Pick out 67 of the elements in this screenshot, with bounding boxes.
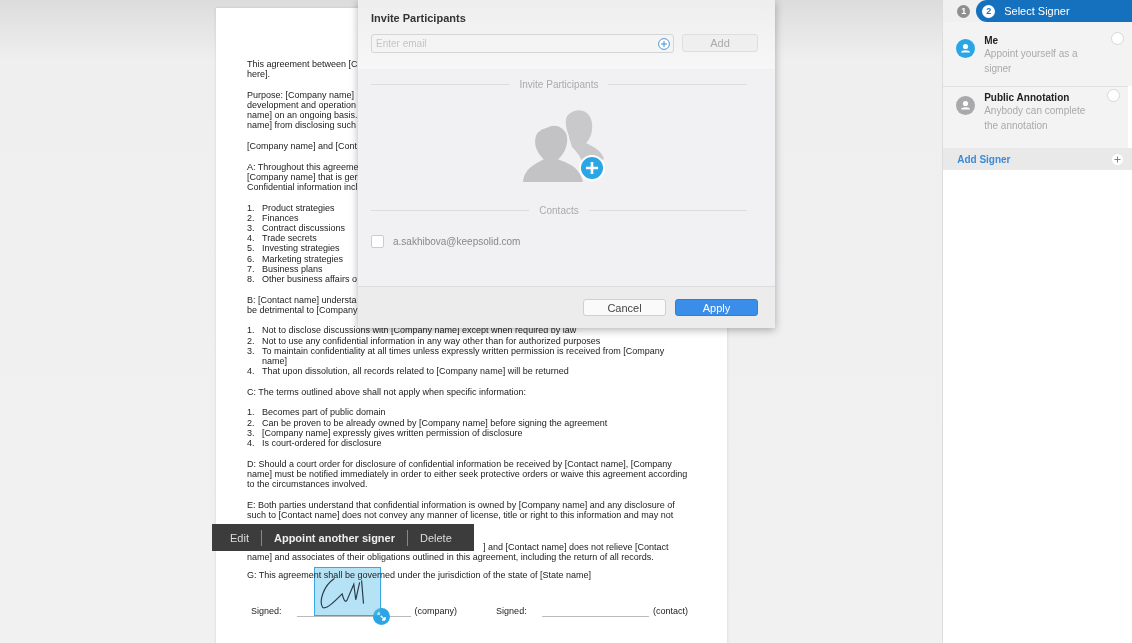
list-number: 1. — [247, 325, 256, 336]
list-number: 1. — [247, 407, 256, 418]
list-item-text: That upon dissolution, all records related to [Company name] will be returned — [262, 366, 569, 377]
list-number: 6. — [247, 253, 256, 264]
list-number: 1. — [247, 202, 256, 213]
list-number: 2. — [247, 417, 256, 428]
list-number: 3. — [247, 223, 256, 234]
list-item-text: Investing strategies — [262, 243, 340, 254]
signer-role-label: (company) — [414, 606, 458, 617]
signed-label: Signed: — [251, 606, 282, 617]
document-paragraph: B: [Contact name] understa be detrimental to [Company — [247, 294, 358, 315]
list-number: 4. — [247, 366, 256, 377]
section-title: Invite Participants — [519, 79, 599, 90]
list-item-text: Not to use any confidential information in any way other than for authorized purposes — [262, 335, 601, 346]
document-paragraph: D: Should a court order for disclosure of confidential information be received by [Contact name], [Company name] must be notified immediately in order to either seek protective orders or waive this agreement according to the circumstances involved. — [247, 458, 688, 490]
signer-description: Anybody can complete the annotation — [984, 104, 1087, 133]
signer-radio[interactable] — [1107, 89, 1120, 102]
document-paragraph: This agreement between [C here]. — [247, 59, 358, 80]
list-number: 4. — [247, 233, 256, 244]
list-number: 7. — [247, 263, 256, 274]
list-item-text: Marketing strategies — [262, 253, 344, 264]
dialog-title: Invite Participants — [371, 12, 467, 24]
signer-radio[interactable] — [1111, 32, 1124, 45]
toolbar-button[interactable]: Delete — [407, 531, 464, 544]
step-label: Select Signer — [1004, 5, 1070, 17]
step-number: 2 — [982, 4, 996, 18]
list-item-text: Product strategies — [262, 202, 335, 213]
list-item-text: Is court-ordered for disclosure — [262, 438, 382, 449]
toolbar-button[interactable]: Appoint another signer — [261, 531, 407, 544]
list-item-text: To maintain confidentiality at all times unless expressly written permission is received from [Company name] — [262, 345, 665, 367]
list-item-text: Finances — [262, 212, 299, 223]
signer-name[interactable]: Public Annotation — [984, 92, 1098, 103]
contact-email: a.sakhibova@keepsolid.com — [393, 236, 521, 247]
list-item-text: Other business affairs o — [262, 274, 357, 285]
list-item-text: Can be proven to be already owned by [Company name] before signing the agreement — [262, 417, 608, 428]
signed-label: Signed: — [496, 606, 527, 617]
list-item-text: Contract discussions — [262, 223, 346, 234]
cancel-button[interactable]: Cancel — [583, 299, 666, 316]
signer-description: Appoint yourself as a signer — [984, 47, 1079, 76]
signer-role-label: (contact) — [653, 606, 688, 617]
document-paragraph: C: The terms outlined above shall not apply when specific information: — [247, 386, 526, 397]
resize-handle-icon[interactable] — [373, 608, 390, 625]
list-number: 3. — [247, 345, 256, 358]
section-title: Contacts — [539, 205, 579, 216]
list-number: 2. — [247, 335, 256, 346]
step-tab[interactable]: 2 Select Signer — [976, 0, 1132, 22]
document-paragraph: E: Both parties understand that confidential information is owned by [Company name] and any disclosure of such to [Contact name] does not convey any manner of license, title or right to this information and may not — [247, 499, 675, 520]
document-text-line: ] and [Contact name] does not relieve [Contact — [483, 542, 669, 553]
list-item-text: [Company name] expressly gives written permission of disclosure — [262, 427, 523, 438]
add-people-icon — [522, 107, 606, 185]
list-number: 5. — [247, 243, 256, 254]
list-item-text: Business plans — [262, 263, 323, 274]
list-item-text: Becomes part of public domain — [262, 407, 386, 418]
document-text-line: name] and associates of their obligations outlined in this agreement, including the return of all records. — [247, 552, 654, 563]
add-icon[interactable] — [1112, 153, 1123, 165]
toolbar-button[interactable]: Edit — [218, 531, 261, 544]
list-number: 2. — [247, 212, 256, 223]
list-number: 4. — [247, 438, 256, 449]
list-number: 3. — [247, 427, 256, 438]
document-paragraph: Purpose: [Company name] development and operation name] on an ongoing basis. name] from disclosing such — [247, 89, 358, 131]
signer-name[interactable]: Me — [984, 35, 1102, 46]
document-paragraph: A: Throughout this agreeme [Company name] that is ger Confidential information incl — [247, 161, 359, 193]
document-paragraph: [Company name] and [Cont — [247, 141, 358, 152]
list-number: 8. — [247, 274, 256, 285]
list-item-text: Trade secrets — [262, 233, 317, 244]
add-icon[interactable] — [658, 37, 670, 50]
contact-checkbox[interactable] — [371, 235, 384, 248]
